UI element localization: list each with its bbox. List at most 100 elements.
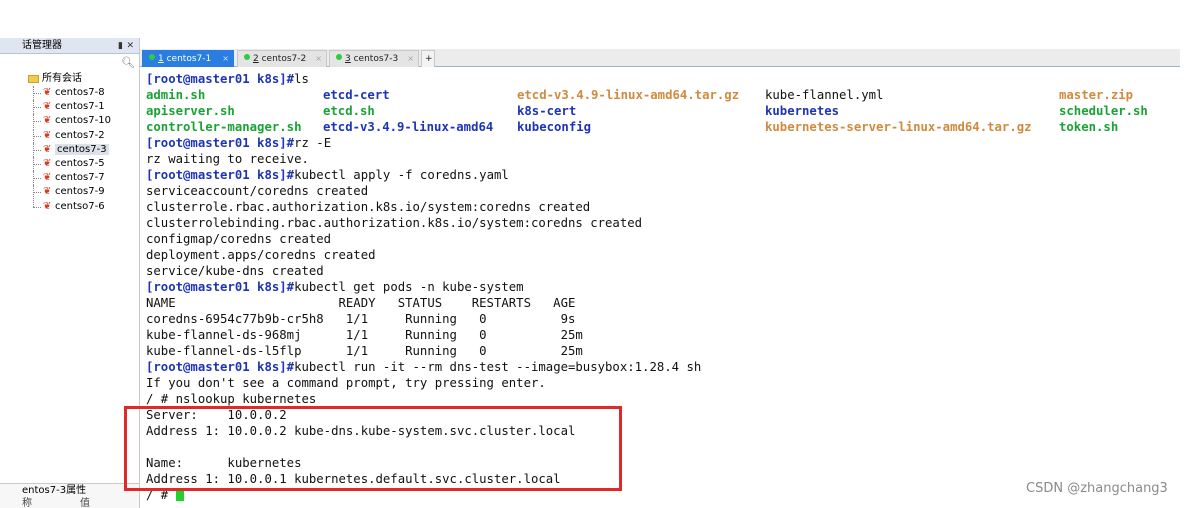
ls-row: controller-manager.sh etcd-v3.4.9-linux-… <box>146 119 1186 135</box>
command: ls <box>294 72 309 86</box>
session-icon: ❦ <box>43 200 52 212</box>
terminal-line: clusterrolebinding.rbac.authorization.k8… <box>146 216 643 230</box>
tree-connector <box>33 121 41 123</box>
file-entry: controller-manager.sh <box>146 120 302 134</box>
connected-status-icon <box>149 54 155 60</box>
tab-centos7-2[interactable]: 2 centos7-2 × <box>237 50 327 67</box>
session-label: centos7-8 <box>55 87 105 98</box>
session-icon: ❦ <box>43 87 52 98</box>
session-item-centos7-9[interactable]: ❦ centos7-9 <box>0 185 139 200</box>
session-item-centos7-3[interactable]: ❦ centos7-3 <box>0 142 139 157</box>
session-manager-panel: 话管理器 ▮ ✕ 🔍︎ 所有会话 ❦ centos7-8 ❦ centos7-1 ❦ ce… <box>0 38 140 508</box>
pods-table-row: kube-flannel-ds-l5flp 1/1 Running 0 25m <box>146 344 583 358</box>
session-icon: ❦ <box>43 129 52 141</box>
pods-table-header: NAME READY STATUS RESTARTS AGE <box>146 296 576 310</box>
properties-panel: entos7-3属性 称 值 <box>0 483 139 508</box>
terminal-line: rz waiting to receive. <box>146 152 309 166</box>
tree-connector <box>33 149 41 151</box>
file-entry: etcd.sh <box>323 104 375 118</box>
file-entry: kube-flannel.yml <box>765 88 884 102</box>
command: kubectl apply -f coredns.yaml <box>294 168 509 182</box>
tree-connector <box>33 192 41 194</box>
command: kubectl get pods -n kube-system <box>294 280 524 294</box>
file-entry: kubeconfig <box>517 120 592 134</box>
pods-table-row: coredns-6954c77b9b-cr5h8 1/1 Running 0 9… <box>146 312 576 326</box>
session-item-centso7-6[interactable]: ❦ centso7-6 <box>0 199 139 214</box>
ls-row: admin.sh etcd-cert etcd-v3.4.9-linux-amd… <box>146 87 1186 103</box>
session-item-centos7-1[interactable]: ❦ centos7-1 <box>0 100 139 115</box>
tree-connector <box>33 93 41 94</box>
file-entry: apiserver.sh <box>146 104 235 118</box>
tab-centos7-3[interactable]: 3 centos7-3 × <box>329 50 419 67</box>
tree-connector <box>33 163 41 165</box>
session-manager-header: 话管理器 ▮ ✕ <box>0 38 139 54</box>
terminal-line: [root@master01 k8s]#ls <box>146 71 309 87</box>
terminal-line: If you don't see a command prompt, try p… <box>146 376 546 390</box>
tree-connector <box>33 199 34 207</box>
folder-icon <box>28 75 39 83</box>
session-label: centso7-6 <box>55 200 105 212</box>
shell-prompt: [root@master01 k8s]# <box>146 360 295 374</box>
session-icon: ❦ <box>43 115 52 127</box>
connected-status-icon <box>336 54 342 60</box>
tree-connector <box>33 178 41 180</box>
connected-status-icon <box>244 54 250 60</box>
session-item-centos7-2[interactable]: ❦ centos7-2 <box>0 128 139 143</box>
terminal-line: configmap/coredns created <box>146 232 332 246</box>
session-tree: 所有会话 ❦ centos7-8 ❦ centos7-1 ❦ centos7-10 ❦ cen… <box>0 72 139 214</box>
session-item-centos7-8[interactable]: ❦ centos7-8 <box>0 86 139 100</box>
session-item-centos7-7[interactable]: ❦ centos7-7 <box>0 171 139 186</box>
shell-prompt: [root@master01 k8s]# <box>146 280 295 294</box>
shell-prompt: [root@master01 k8s]# <box>146 72 295 86</box>
pin-icon[interactable]: ▮ <box>118 38 123 54</box>
terminal-line: [root@master01 k8s]#kubectl apply -f cor… <box>146 167 509 183</box>
file-entry: kubernetes <box>765 104 840 118</box>
session-label: centos7-2 <box>55 129 105 141</box>
tab-label: centos7-1 <box>163 54 212 64</box>
pods-table-row: kube-flannel-ds-968mj 1/1 Running 0 25m <box>146 328 583 342</box>
tab-label: centos7-3 <box>350 54 399 64</box>
tree-connector <box>33 135 41 137</box>
file-entry: etcd-v3.4.9-linux-amd64.tar.gz <box>517 88 740 102</box>
tree-root-label: 所有会话 <box>42 73 82 84</box>
file-entry: admin.sh <box>146 88 206 102</box>
tab-close-icon[interactable]: × <box>222 51 229 67</box>
file-entry: etcd-cert <box>323 88 390 102</box>
file-entry: kubernetes-server-linux-amd64.tar.gz <box>765 120 1032 134</box>
session-icon: ❦ <box>43 101 52 113</box>
command: kubectl run -it --rm dns-test --image=bu… <box>294 360 702 374</box>
terminal-line: service/kube-dns created <box>146 264 324 278</box>
tab-close-icon[interactable]: × <box>315 51 322 67</box>
terminal-line: deployment.apps/coredns created <box>146 248 376 262</box>
highlight-annotation-box <box>124 406 622 491</box>
file-entry: scheduler.sh <box>1059 104 1148 118</box>
properties-title: entos7-3属性 <box>22 485 87 496</box>
watermark: CSDN @zhangchang3 <box>1026 481 1168 496</box>
terminal-line: serviceaccount/coredns created <box>146 184 369 198</box>
session-icon: ❦ <box>43 157 52 169</box>
new-tab-button[interactable]: + <box>421 50 435 67</box>
terminal-line: [root@master01 k8s]#rz -E <box>146 135 331 151</box>
tab-centos7-1[interactable]: 1 centos7-1 × <box>142 50 234 67</box>
window-top-strip <box>0 0 1200 38</box>
file-entry: etcd-v3.4.9-linux-amd64 <box>323 120 494 134</box>
session-label: centos7-7 <box>55 172 105 184</box>
properties-columns: 称 值 <box>0 498 139 508</box>
session-item-centos7-10[interactable]: ❦ centos7-10 <box>0 114 139 129</box>
tree-root-all-sessions[interactable]: 所有会话 <box>0 72 139 86</box>
session-icon: ❦ <box>43 172 52 184</box>
session-icon: ❦ <box>43 143 52 155</box>
file-entry: k8s-cert <box>517 104 577 118</box>
prop-col-value: 值 <box>80 498 90 508</box>
tree-connector <box>33 206 41 208</box>
session-item-centos7-5[interactable]: ❦ centos7-5 <box>0 156 139 171</box>
session-label: centos7-10 <box>55 115 111 127</box>
file-entry: master.zip <box>1059 88 1134 102</box>
session-search[interactable]: 🔍︎ <box>0 54 139 72</box>
tab-close-icon[interactable]: × <box>407 51 414 67</box>
close-icon[interactable]: ✕ <box>126 38 134 54</box>
search-icon[interactable]: 🔍︎ <box>121 56 135 69</box>
terminal-line: [root@master01 k8s]#kubectl run -it --rm… <box>146 359 701 375</box>
prop-col-name: 称 <box>22 498 32 508</box>
session-tab-bar: 1 centos7-1 × 2 centos7-2 × 3 centos7-3 … <box>140 49 1180 67</box>
